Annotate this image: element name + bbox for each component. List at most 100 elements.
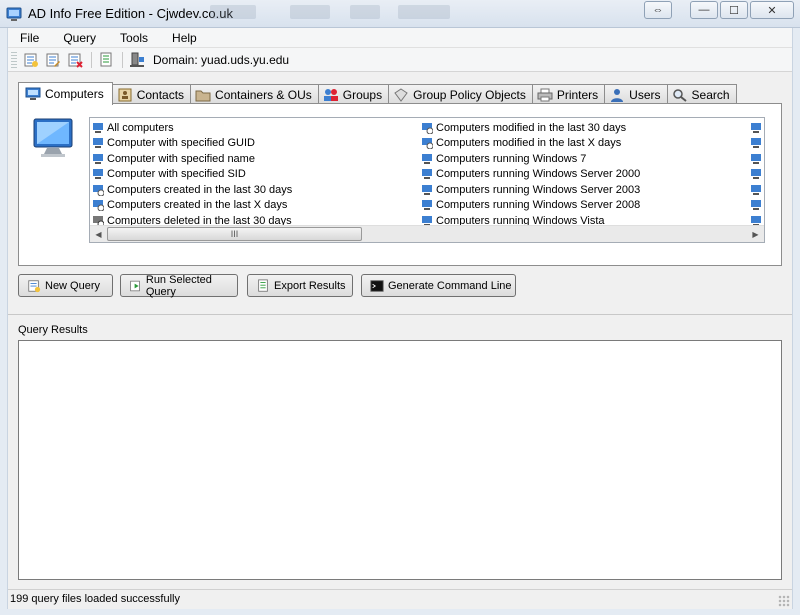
tab-contacts[interactable]: Contacts	[111, 84, 192, 104]
query-label: Computers modified in the last X days	[436, 137, 622, 150]
query-label: All computers	[107, 121, 174, 134]
restore-size-button[interactable]: ⇔	[644, 1, 672, 19]
query-item-server-2008[interactable]: Computers running Windows Server 2008	[421, 198, 640, 214]
export-icon	[100, 52, 112, 66]
toolbar-separator	[122, 51, 123, 68]
button-label: Generate Command Line	[388, 279, 512, 292]
tab-computers[interactable]: Computers	[18, 82, 113, 105]
query-item-server-2000[interactable]: Computers running Windows Server 2000	[421, 167, 640, 183]
background-window-ghost	[210, 5, 256, 19]
query-item-computer-guid[interactable]: Computer with specified GUID	[92, 136, 292, 152]
query-label: Computers running Windows Server 2008	[436, 199, 641, 212]
query-column-3-partial	[750, 120, 762, 229]
user-icon	[611, 88, 624, 102]
printer-icon	[537, 88, 553, 101]
background-window-ghost	[398, 5, 450, 19]
close-icon: ✕	[767, 4, 777, 17]
window-frame-bottom	[0, 609, 800, 615]
splitter[interactable]	[8, 314, 792, 315]
scroll-thumb-grip: III	[230, 229, 239, 239]
export-toolbar-button[interactable]	[96, 50, 116, 70]
computer-icon	[93, 169, 103, 180]
query-results-grid[interactable]	[18, 340, 782, 580]
computer-icon	[751, 184, 761, 195]
menu-query[interactable]: Query	[51, 28, 108, 47]
title-bar[interactable]: AD Info Free Edition - Cjwdev.co.uk ⇔ — …	[0, 0, 800, 28]
horizontal-scrollbar[interactable]: ◀ III ▶	[90, 225, 764, 242]
maximize-icon: ☐	[729, 4, 739, 17]
query-label: Computers running Windows Server 2003	[436, 183, 641, 196]
background-window-ghost	[350, 5, 380, 19]
computer-icon	[751, 200, 761, 211]
window-title: AD Info Free Edition - Cjwdev.co.uk	[28, 6, 233, 21]
query-item-created-x-days[interactable]: Computers created in the last X days	[92, 198, 292, 214]
folder-icon	[195, 90, 211, 101]
scroll-right-button[interactable]: ▶	[747, 226, 764, 242]
computer-icon	[751, 169, 761, 180]
query-item-computer-name[interactable]: Computer with specified name	[92, 151, 292, 167]
computer-icon	[422, 169, 432, 180]
query-item-modified-x-days[interactable]: Computers modified in the last X days	[421, 136, 640, 152]
computer-clock-icon	[93, 184, 104, 196]
new-query-toolbar-button[interactable]	[21, 50, 41, 70]
window-frame-left	[0, 28, 8, 615]
query-item-all-computers[interactable]: All computers	[92, 120, 292, 136]
tab-label: Search	[691, 87, 730, 102]
status-text: 199 query files loaded successfully	[10, 593, 180, 605]
resize-grip[interactable]	[778, 595, 790, 607]
new-query-icon	[24, 53, 38, 67]
tab-group-policy-objects[interactable]: Group Policy Objects	[388, 84, 533, 104]
tab-search[interactable]: Search	[666, 84, 737, 104]
tab-users[interactable]: Users	[604, 84, 668, 104]
tab-printers[interactable]: Printers	[531, 84, 606, 104]
new-query-icon	[28, 279, 41, 292]
minimize-icon: —	[698, 4, 710, 16]
chevron-left-icon: ◀	[95, 229, 102, 239]
close-button[interactable]: ✕	[750, 1, 794, 19]
query-label: Computer with specified GUID	[107, 137, 255, 150]
tab-label: Containers & OUs	[215, 87, 312, 102]
minimize-button[interactable]: —	[690, 1, 718, 19]
computer-clock-icon	[422, 138, 433, 150]
groups-icon	[323, 88, 338, 101]
computer-icon	[751, 138, 761, 149]
query-list[interactable]: All computers Computer with specified GU…	[89, 117, 765, 243]
query-item-created-30-days[interactable]: Computers created in the last 30 days	[92, 182, 292, 198]
query-item-computer-sid[interactable]: Computer with specified SID	[92, 167, 292, 183]
scroll-thumb[interactable]: III	[107, 227, 362, 241]
scroll-left-button[interactable]: ◀	[90, 226, 107, 242]
export-icon	[258, 278, 268, 292]
menu-bar: File Query Tools Help	[8, 28, 792, 48]
computer-icon	[422, 184, 432, 195]
menu-help[interactable]: Help	[160, 28, 209, 47]
query-column-1: All computers Computer with specified GU…	[92, 120, 292, 229]
query-item-server-2003[interactable]: Computers running Windows Server 2003	[421, 182, 640, 198]
delete-query-toolbar-button[interactable]	[65, 50, 85, 70]
delete-query-icon	[68, 53, 83, 68]
new-query-button[interactable]: New Query	[18, 274, 113, 297]
maximize-button[interactable]: ☐	[720, 1, 748, 19]
computer-icon	[422, 153, 432, 164]
computer-icon	[93, 138, 103, 149]
tab-label: Group Policy Objects	[413, 87, 526, 102]
computer-icon	[751, 153, 761, 164]
domain-icon	[130, 52, 144, 67]
export-results-button[interactable]: Export Results	[247, 274, 353, 297]
query-label: Computers running Windows Server 2000	[436, 168, 641, 181]
menu-tools[interactable]: Tools	[108, 28, 160, 47]
toolbar-grip[interactable]	[11, 51, 17, 68]
query-label: Computers running Windows 7	[436, 152, 587, 165]
computer-icon	[93, 122, 103, 133]
tab-groups[interactable]: Groups	[317, 84, 390, 104]
query-item-windows-7[interactable]: Computers running Windows 7	[421, 151, 640, 167]
computer-large-icon	[33, 118, 73, 157]
edit-query-toolbar-button[interactable]	[43, 50, 63, 70]
domain-toolbar-button[interactable]	[127, 50, 147, 70]
menu-file[interactable]: File	[8, 28, 51, 47]
run-selected-query-button[interactable]: Run Selected Query	[120, 274, 238, 298]
generate-command-line-button[interactable]: Generate Command Line	[361, 274, 516, 297]
tab-containers-ous[interactable]: Containers & OUs	[190, 84, 319, 104]
query-item-modified-30-days[interactable]: Computers modified in the last 30 days	[421, 120, 640, 136]
window-frame-right	[792, 28, 800, 615]
computers-tab-panel: All computers Computer with specified GU…	[18, 103, 782, 266]
